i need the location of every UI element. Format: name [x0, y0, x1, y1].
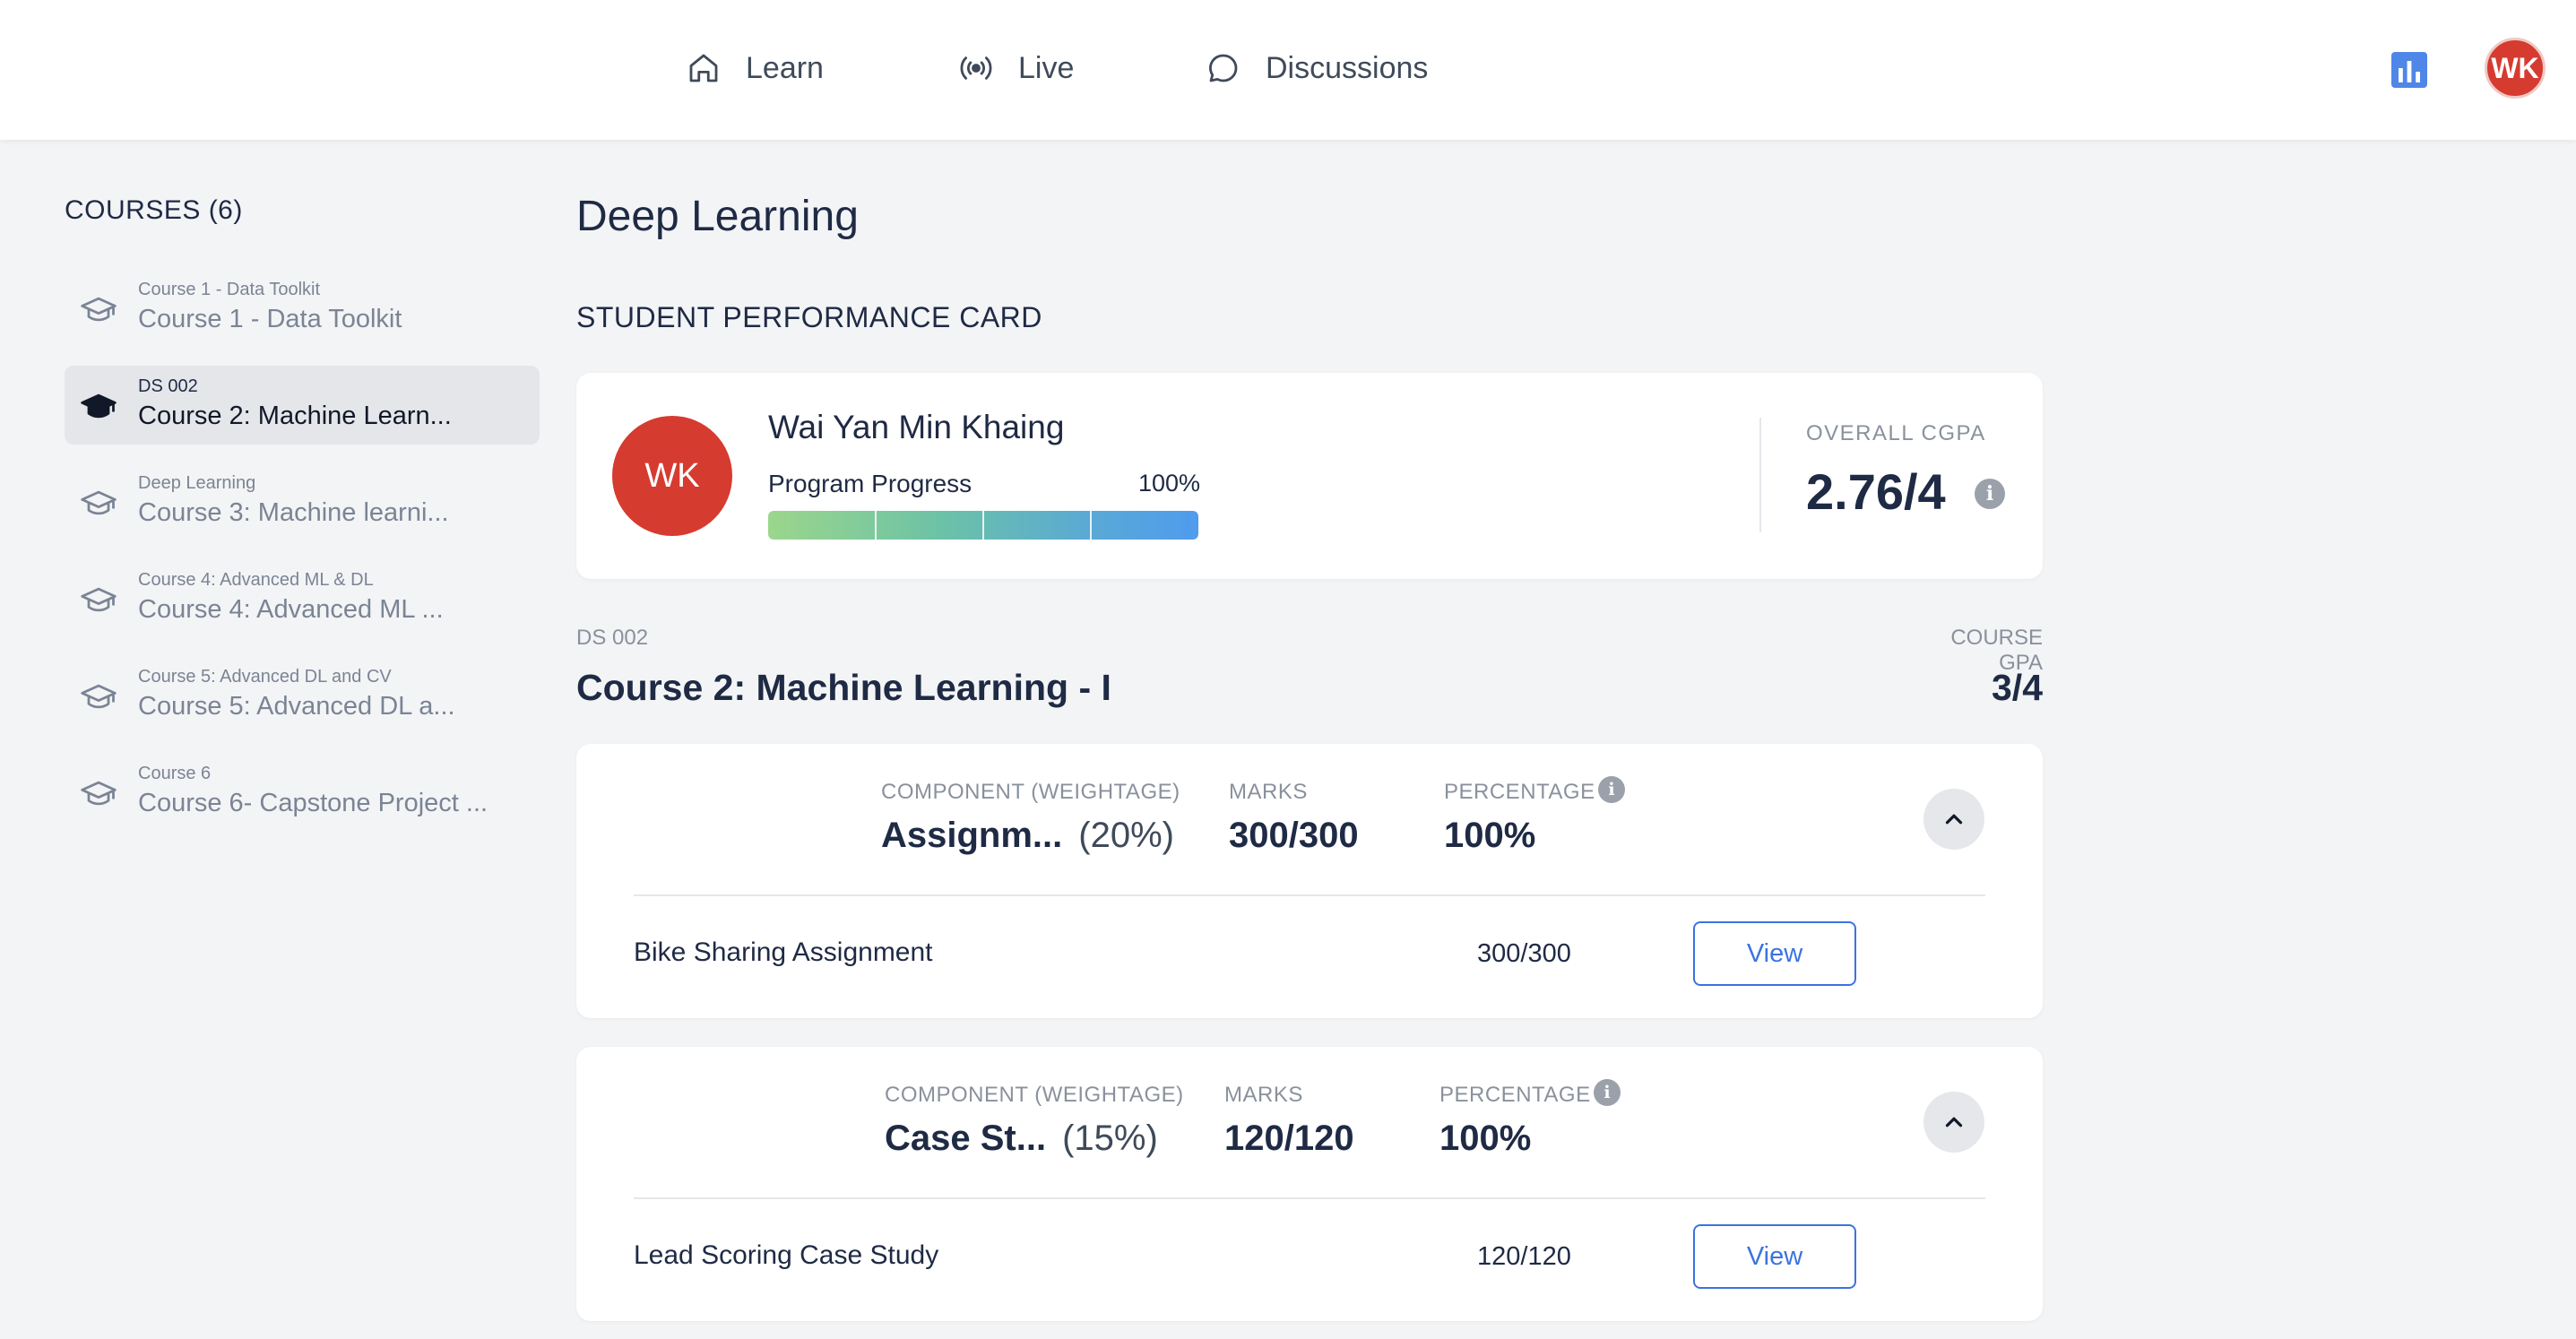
percentage-header-label: PERCENTAGE [1439, 1083, 1591, 1107]
sidebar-course-1[interactable]: Course 1 - Data Toolkit Course 1 - Data … [65, 269, 540, 348]
component-weight: (15%) [1062, 1119, 1158, 1158]
nav-learn-label: Learn [746, 50, 824, 85]
course-subtitle: Course 4: Advanced ML & DL [138, 570, 374, 590]
program-progress-bar [768, 511, 1198, 540]
student-performance-card: WK Wai Yan Min Khaing Program Progress 1… [576, 373, 2043, 579]
chevron-up-icon [1945, 814, 1963, 825]
chat-bubble-icon [1209, 54, 1238, 82]
course-code: DS 002 [576, 626, 649, 650]
divider [634, 894, 1985, 896]
course-name: Course 5: Advanced DL a... [138, 692, 455, 721]
performance-card-heading: STUDENT PERFORMANCE CARD [576, 301, 1042, 333]
courses-heading: COURSES (6) [65, 195, 243, 225]
percentage-header-label: PERCENTAGE [1444, 780, 1595, 804]
sidebar-course-3[interactable]: Deep Learning Course 3: Machine learni..… [65, 462, 540, 541]
collapse-button[interactable] [1923, 789, 1984, 850]
info-icon[interactable]: i [1975, 479, 2005, 509]
broadcast-icon [960, 56, 992, 80]
program-progress-value: 100% [1138, 470, 1201, 497]
student-avatar: WK [612, 416, 732, 536]
course-name: Course 4: Advanced ML ... [138, 595, 444, 624]
sidebar-course-5[interactable]: Course 5: Advanced DL and CV Course 5: A… [65, 656, 540, 735]
user-avatar[interactable]: WK [2485, 38, 2546, 99]
bar-chart-icon [2391, 52, 2427, 88]
course-name: Course 2: Machine Learn... [138, 402, 452, 430]
divider [634, 1197, 1985, 1199]
view-button[interactable]: View [1693, 921, 1856, 986]
graduation-cap-icon [81, 393, 117, 419]
component-header-label: COMPONENT (WEIGHTAGE) [881, 780, 1180, 804]
assessment-marks: 300/300 [1477, 939, 1571, 968]
overall-cgpa-label: OVERALL CGPA [1806, 421, 1986, 445]
component-marks: 120/120 [1224, 1119, 1354, 1158]
component-percentage: 100% [1444, 816, 1536, 855]
component-marks: 300/300 [1229, 816, 1359, 855]
top-navbar: Learn Live Discussions WK [0, 0, 2576, 140]
sidebar-course-6[interactable]: Course 6 Course 6- Capstone Project ... [65, 753, 540, 832]
marks-header-label: MARKS [1229, 780, 1308, 804]
progress-segment-divider [982, 511, 984, 540]
nav-live[interactable]: Live [957, 43, 1074, 93]
info-icon[interactable]: i [1598, 776, 1625, 803]
component-card-case-study: COMPONENT (WEIGHTAGE) MARKS PERCENTAGE i… [576, 1047, 2043, 1321]
student-name: Wai Yan Min Khaing [768, 409, 1065, 445]
home-icon [689, 54, 718, 82]
marks-header-label: MARKS [1224, 1083, 1303, 1107]
assessment-name: Bike Sharing Assignment [634, 937, 933, 967]
stats-button[interactable] [2388, 48, 2431, 91]
progress-segment-divider [1090, 511, 1092, 540]
nav-discussions[interactable]: Discussions [1205, 43, 1428, 93]
component-name: Case St... [885, 1119, 1047, 1158]
graduation-cap-icon [81, 587, 117, 612]
nav-discussions-label: Discussions [1266, 50, 1429, 85]
course-subtitle: DS 002 [138, 376, 198, 396]
graduation-cap-icon [81, 297, 117, 322]
view-button[interactable]: View [1693, 1224, 1856, 1289]
graduation-cap-icon [81, 684, 117, 709]
course-title: Course 2: Machine Learning - I [576, 667, 1111, 708]
program-progress-label: Program Progress [768, 470, 972, 497]
progress-segment-divider [875, 511, 877, 540]
graduation-cap-icon [81, 781, 117, 806]
collapse-button[interactable] [1923, 1092, 1984, 1153]
info-icon[interactable]: i [1594, 1079, 1621, 1106]
nav-live-label: Live [1018, 50, 1075, 85]
component-percentage: 100% [1439, 1119, 1532, 1158]
component-value: Case St... (15%) [885, 1119, 1158, 1159]
chevron-up-icon [1945, 1117, 1963, 1127]
graduation-cap-icon [81, 490, 117, 515]
component-weight: (20%) [1078, 816, 1174, 855]
assessment-name: Lead Scoring Case Study [634, 1240, 939, 1270]
sidebar-course-4[interactable]: Course 4: Advanced ML & DL Course 4: Adv… [65, 559, 540, 638]
course-gpa-value: 3/4 [1992, 667, 2043, 708]
course-name: Course 6- Capstone Project ... [138, 789, 488, 817]
divider [1759, 418, 1761, 532]
course-subtitle: Course 1 - Data Toolkit [138, 280, 321, 299]
page-title: Deep Learning [576, 193, 859, 240]
overall-cgpa-value: 2.76/4 [1806, 463, 1946, 520]
course-name: Course 1 - Data Toolkit [138, 305, 402, 333]
sidebar-course-2[interactable]: DS 002 Course 2: Machine Learn... [65, 366, 540, 445]
component-value: Assignm... (20%) [881, 816, 1174, 856]
assessment-marks: 120/120 [1477, 1242, 1571, 1271]
course-subtitle: Deep Learning [138, 473, 256, 493]
course-name: Course 3: Machine learni... [138, 498, 449, 527]
course-subtitle: Course 6 [138, 764, 212, 783]
component-name: Assignm... [881, 816, 1063, 855]
course-subtitle: Course 5: Advanced DL and CV [138, 667, 392, 687]
nav-learn[interactable]: Learn [685, 43, 824, 93]
component-header-label: COMPONENT (WEIGHTAGE) [885, 1083, 1184, 1107]
component-card-assignment: COMPONENT (WEIGHTAGE) MARKS PERCENTAGE i… [576, 744, 2043, 1018]
